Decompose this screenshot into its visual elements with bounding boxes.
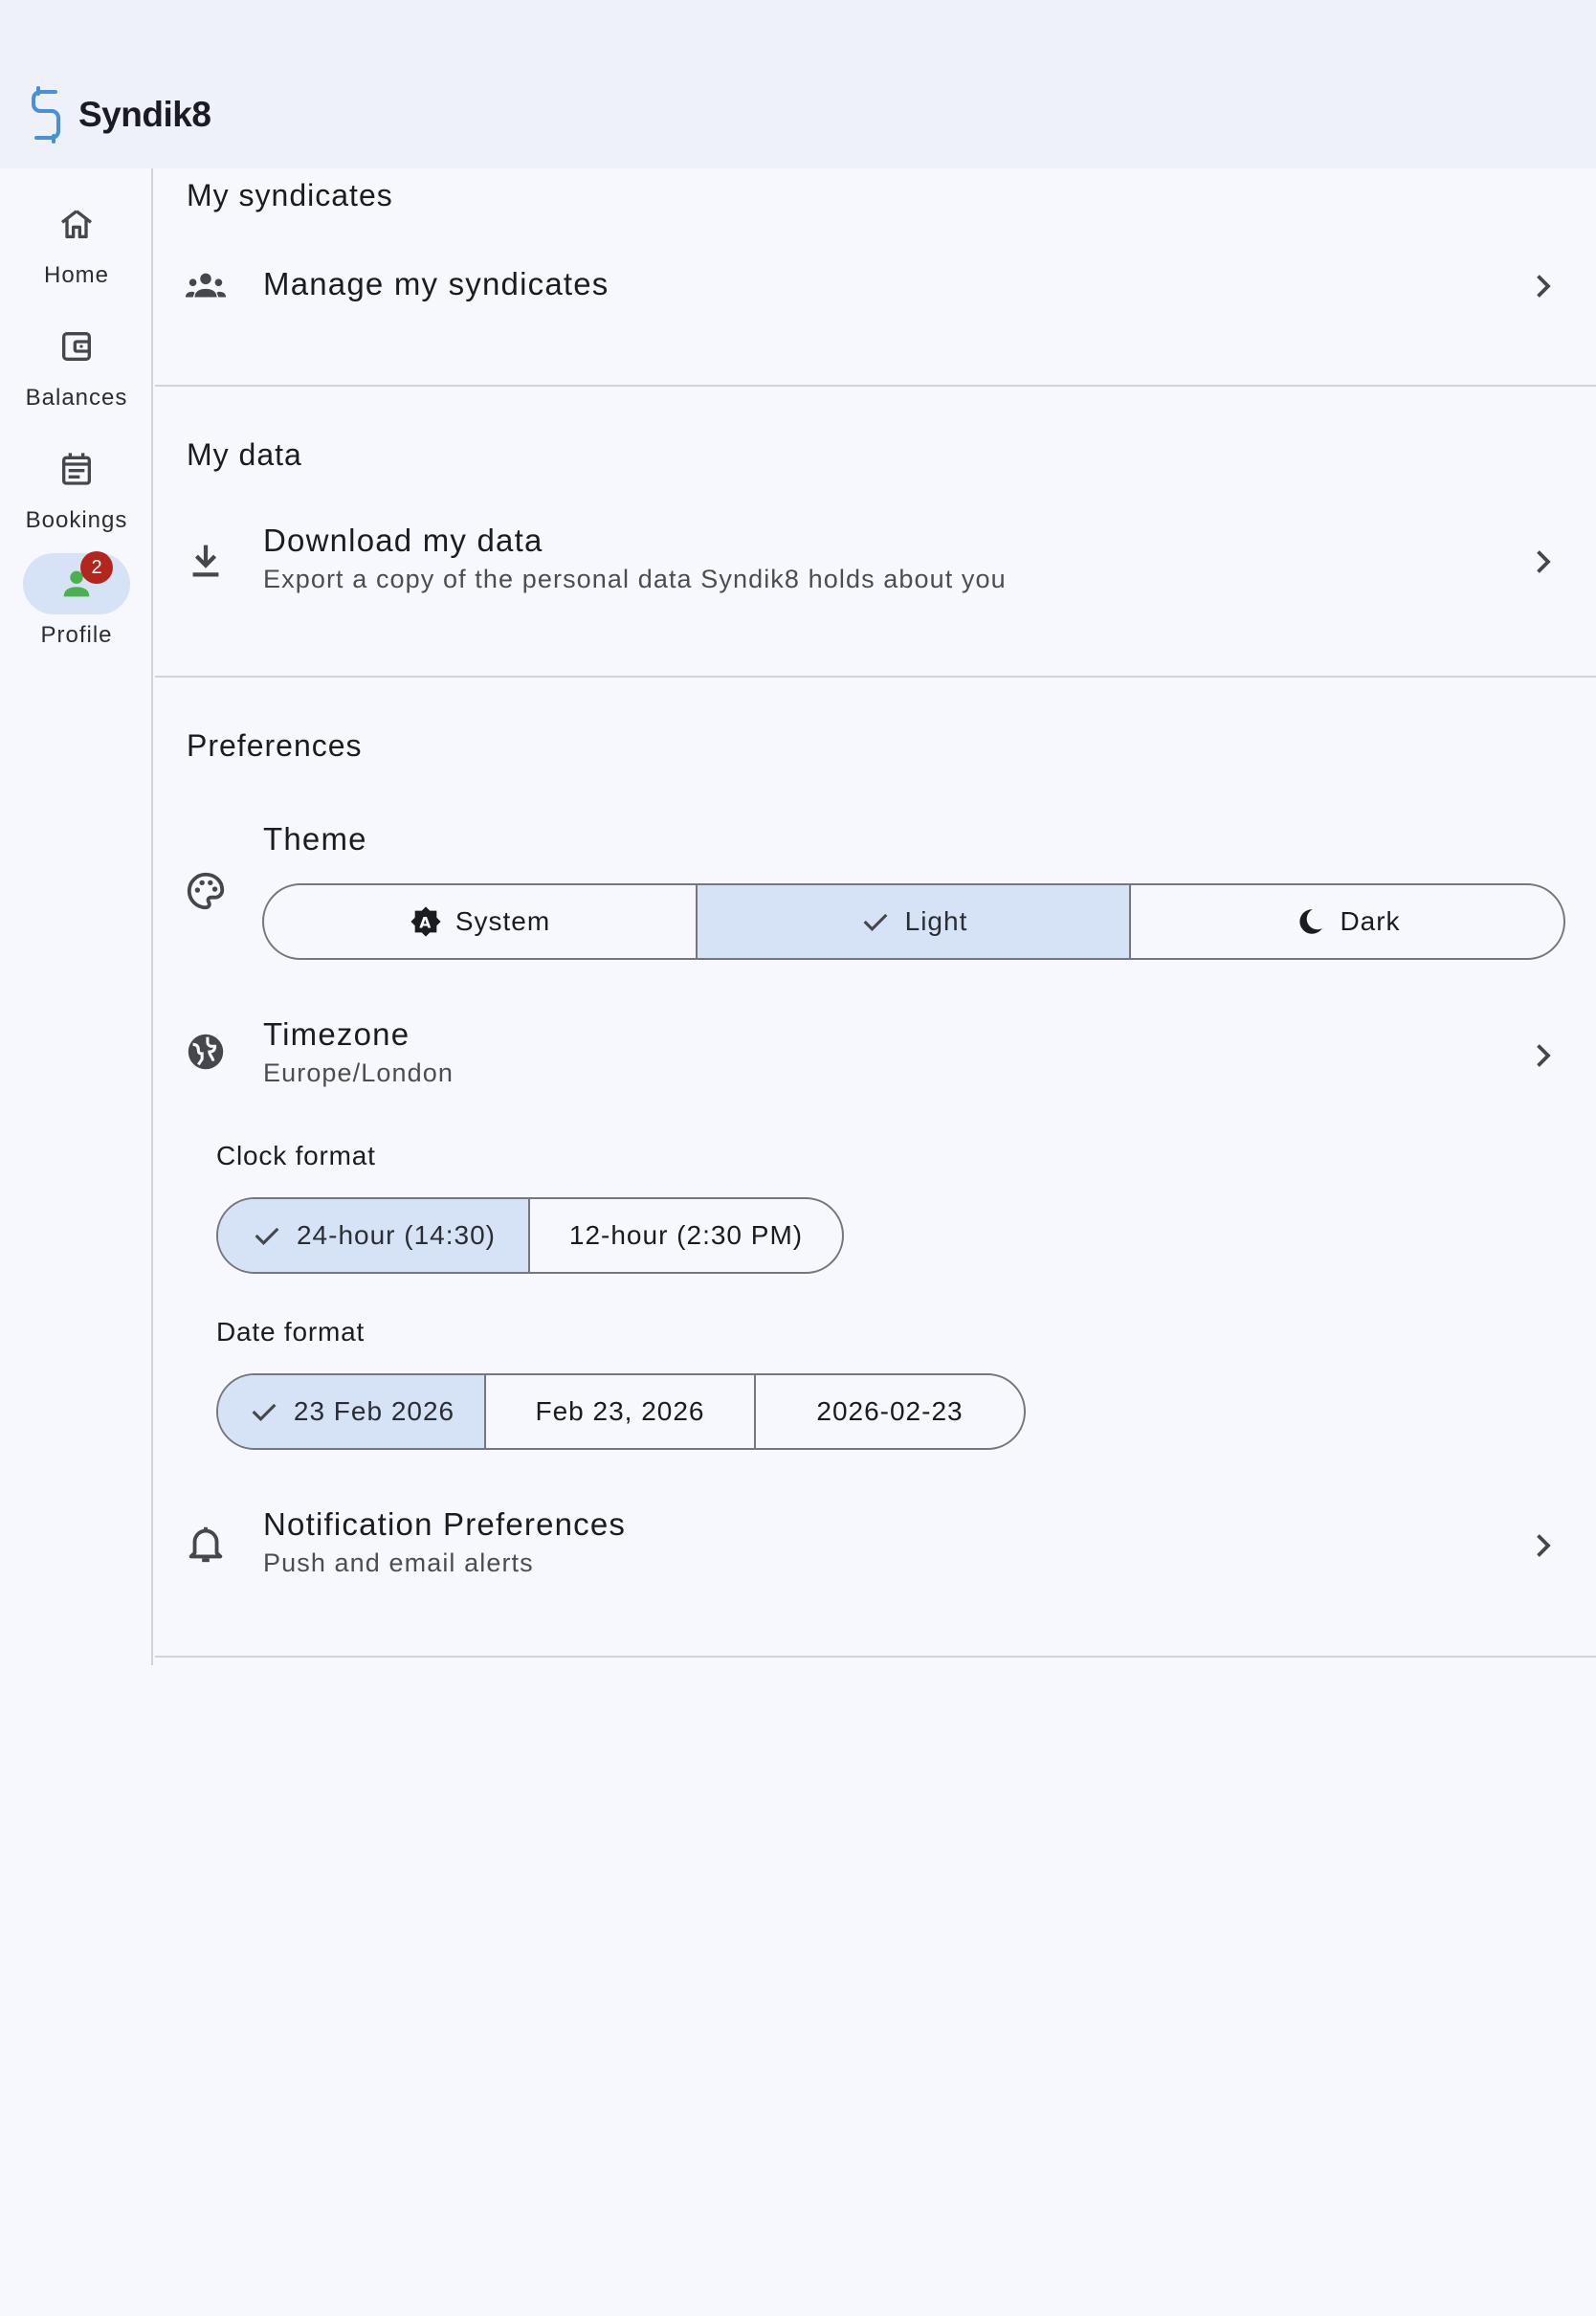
- home-icon: [60, 210, 93, 238]
- download-data-title: Download my data: [263, 523, 543, 558]
- download-data-subtitle: Export a copy of the personal data Syndi…: [263, 565, 1007, 593]
- chevron-right-icon: [1537, 1534, 1551, 1557]
- wallet-icon: [62, 332, 92, 361]
- nav-item-profile[interactable]: 2 Profile: [0, 551, 153, 649]
- theme-option-light[interactable]: Light: [698, 885, 1131, 958]
- notification-preferences-title: Notification Preferences: [263, 1506, 627, 1542]
- syndik8-logo-icon: [32, 86, 60, 144]
- section-title-my-data: My data: [187, 437, 302, 472]
- section-divider: [155, 676, 1596, 678]
- check-icon: [252, 1403, 277, 1421]
- svg-text:A: A: [419, 914, 432, 931]
- nav-icon-container: [23, 438, 130, 500]
- clock-option-12h-label: 12-hour (2:30 PM): [568, 1220, 804, 1250]
- manage-syndicates-row[interactable]: Manage my syndicates: [155, 251, 1596, 322]
- theme-label: Theme: [263, 821, 367, 857]
- auto-theme-icon: A: [410, 906, 441, 937]
- brand[interactable]: Syndik8: [29, 86, 211, 144]
- notification-badge: 2: [80, 551, 113, 584]
- chevron-right-icon: [1537, 275, 1551, 298]
- nav-icon-container-active: 2: [23, 551, 130, 614]
- palette-icon-wrap: [184, 869, 228, 913]
- group-icon-wrap: [184, 264, 228, 308]
- theme-option-system-label: System: [454, 906, 551, 936]
- check-icon: [863, 913, 888, 931]
- top-app-bar: Syndik8: [0, 0, 1596, 168]
- moon-icon: [1299, 909, 1323, 934]
- date-format-label: Date format: [216, 1317, 366, 1347]
- theme-option-system[interactable]: A System: [264, 885, 698, 958]
- date-format-segmented-control: 23 Feb 2026 Feb 23, 2026 2026-02-23: [216, 1373, 1026, 1450]
- theme-option-dark-label: Dark: [1340, 906, 1401, 936]
- theme-option-dark[interactable]: Dark: [1131, 885, 1563, 958]
- date-option-dmy[interactable]: 23 Feb 2026: [218, 1375, 486, 1448]
- chevron-right-icon: [1537, 550, 1551, 573]
- navigation-rail: Home Balances Bookings 2 Profile: [0, 168, 153, 1665]
- section-divider: [155, 1656, 1596, 1658]
- nav-label-bookings: Bookings: [25, 507, 128, 533]
- theme-segmented-control: A System Light Dark: [262, 883, 1565, 960]
- group-icon: [185, 273, 227, 298]
- date-option-dmy-label: 23 Feb 2026: [293, 1396, 455, 1426]
- nav-item-home[interactable]: Home: [0, 193, 153, 289]
- timezone-row[interactable]: Timezone Europe/London: [155, 1007, 1596, 1102]
- nav-icon-container: [23, 193, 130, 255]
- download-data-row[interactable]: Download my data Export a copy of the pe…: [155, 513, 1596, 609]
- date-option-mdy-label: Feb 23, 2026: [535, 1396, 705, 1426]
- section-title-syndicates: My syndicates: [187, 178, 393, 212]
- chevron-right-icon: [1537, 1044, 1551, 1067]
- globe-icon-wrap: [184, 1030, 228, 1074]
- clock-option-24h[interactable]: 24-hour (14:30): [218, 1199, 530, 1272]
- nav-item-bookings[interactable]: Bookings: [0, 438, 153, 534]
- palette-icon: [187, 872, 225, 910]
- nav-label-home: Home: [43, 262, 110, 288]
- clock-format-segmented-control: 24-hour (14:30) 12-hour (2:30 PM): [216, 1197, 844, 1274]
- timezone-value: Europe/London: [263, 1058, 454, 1087]
- app-name: Syndik8: [78, 95, 211, 134]
- date-option-mdy[interactable]: Feb 23, 2026: [486, 1375, 756, 1448]
- notification-preferences-subtitle: Push and email alerts: [263, 1548, 534, 1577]
- theme-label-wrap: Theme: [263, 821, 367, 857]
- bell-icon-wrap: [184, 1522, 228, 1566]
- theme-option-light-label: Light: [904, 906, 968, 936]
- calendar-icon: [62, 453, 91, 485]
- nav-label-balances: Balances: [25, 385, 128, 411]
- check-icon: [255, 1227, 279, 1245]
- nav-icon-container: [23, 316, 130, 377]
- nav-item-balances[interactable]: Balances: [0, 316, 153, 412]
- clock-option-12h[interactable]: 12-hour (2:30 PM): [530, 1199, 842, 1272]
- clock-option-24h-label: 24-hour (14:30): [296, 1220, 496, 1250]
- download-icon: [192, 545, 219, 577]
- date-option-iso-label: 2026-02-23: [816, 1396, 964, 1426]
- section-divider: [155, 385, 1596, 387]
- section-title-preferences: Preferences: [187, 728, 363, 763]
- nav-label-profile: Profile: [40, 622, 113, 648]
- download-icon-wrap: [184, 538, 228, 582]
- notification-preferences-row[interactable]: Notification Preferences Push and email …: [155, 1497, 1596, 1592]
- timezone-title: Timezone: [263, 1016, 410, 1052]
- clock-format-label: Clock format: [216, 1141, 376, 1170]
- date-option-iso[interactable]: 2026-02-23: [756, 1375, 1024, 1448]
- manage-syndicates-label: Manage my syndicates: [263, 266, 610, 301]
- bell-icon: [188, 1526, 223, 1563]
- globe-icon: [188, 1034, 224, 1070]
